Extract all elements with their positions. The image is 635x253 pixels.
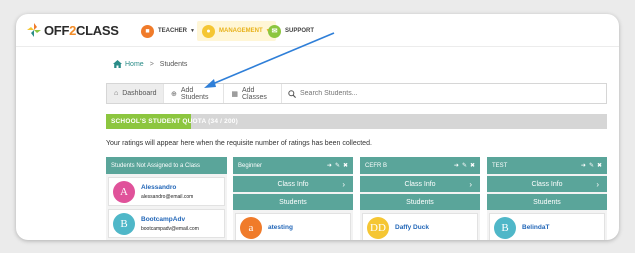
nav-teacher-label: TEACHER [158, 28, 188, 34]
class-name: CEFR B [365, 162, 388, 169]
dashboard-button[interactable]: ⌂ Dashboard [107, 84, 164, 103]
class-info-label: Class Info [531, 180, 563, 188]
logo-text: OFF2CLASS [44, 22, 119, 38]
class-name: TEST [492, 162, 508, 169]
avatar: B [494, 216, 516, 239]
chevron-right-icon: › [342, 179, 345, 189]
sign-in-icon[interactable]: ➜ [327, 162, 332, 169]
close-icon[interactable]: ✖ [343, 162, 348, 169]
avatar: A [113, 180, 135, 203]
close-icon[interactable]: ✖ [597, 162, 602, 169]
avatar: a [240, 216, 262, 239]
class-name: Beginner [238, 162, 263, 169]
class-column-header: CEFR B ➜ ✎ ✖ [360, 157, 480, 174]
edit-icon[interactable]: ✎ [335, 162, 340, 169]
student-quota-label: SCHOOL'S STUDENT QUOTA (34 / 200) [111, 118, 238, 125]
sign-in-icon[interactable]: ➜ [454, 162, 459, 169]
brand-logo[interactable]: OFF2CLASS [26, 22, 119, 38]
student-card[interactable]: A Alessandro alessandro@email.com [108, 177, 225, 206]
logo-pinwheel-icon [26, 22, 42, 38]
students-label: Students [533, 198, 561, 206]
student-name[interactable]: Alessandro [141, 184, 193, 191]
ratings-notice: Your ratings will appear here when the r… [106, 140, 372, 147]
sign-in-icon[interactable]: ➜ [581, 162, 586, 169]
students-label: Students [406, 198, 434, 206]
app-window: OFF2CLASS ■ TEACHER ▼ ● MANAGEMENT ▼ ✉ S… [16, 14, 619, 240]
class-info-label: Class Info [277, 180, 309, 188]
students-button[interactable]: Students [487, 194, 607, 210]
dashboard-button-label: Dashboard [122, 90, 157, 97]
plus-circle-icon: ⊕ [171, 90, 177, 98]
student-card[interactable]: DD Daffy Duck [362, 213, 478, 240]
close-icon[interactable]: ✖ [470, 162, 475, 169]
unassigned-column-header: Students Not Assigned to a Class [106, 157, 227, 174]
student-name[interactable]: atesting [268, 224, 293, 231]
class-column-beginner: Beginner ➜ ✎ ✖ Class Info › Students a a… [233, 157, 353, 240]
edit-icon[interactable]: ✎ [589, 162, 594, 169]
home-icon: ⌂ [114, 90, 119, 97]
students-button[interactable]: Students [360, 194, 480, 210]
student-name[interactable]: BelindaT [522, 224, 549, 231]
search-students-input[interactable] [300, 90, 600, 97]
student-card[interactable]: B BootcampAdv bootcampadv@email.com [108, 209, 225, 238]
breadcrumb-home[interactable]: Home [113, 60, 144, 68]
nav-teacher[interactable]: ■ TEACHER ▼ [141, 23, 195, 39]
class-info-button[interactable]: Class Info › [487, 176, 607, 192]
student-name[interactable]: BootcampAdv [141, 216, 199, 223]
avatar: DD [367, 216, 389, 239]
breadcrumb: Home > Students [113, 60, 187, 68]
students-toolbar: ⌂ Dashboard ⊕ Add Students ▦ Add Classes [106, 83, 607, 104]
home-icon [113, 60, 122, 68]
student-email: bootcampadv@email.com [141, 225, 199, 232]
breadcrumb-current: Students [159, 60, 188, 68]
chevron-right-icon: › [469, 179, 472, 189]
students-label: Students [279, 198, 307, 206]
student-quota-bar: SCHOOL'S STUDENT QUOTA (34 / 200) [106, 114, 607, 129]
class-info-button[interactable]: Class Info › [233, 176, 353, 192]
class-info-label: Class Info [404, 180, 436, 188]
students-button[interactable]: Students [233, 194, 353, 210]
unassigned-students-column: Students Not Assigned to a Class A Aless… [106, 157, 227, 240]
class-column-header: Beginner ➜ ✎ ✖ [233, 157, 353, 174]
chevron-right-icon: › [596, 179, 599, 189]
class-column-test: TEST ➜ ✎ ✖ Class Info › Students B Belin… [487, 157, 607, 240]
chevron-down-icon: ▼ [190, 28, 195, 34]
avatar: B [113, 212, 135, 235]
breadcrumb-separator: > [149, 60, 154, 68]
edit-icon[interactable]: ✎ [462, 162, 467, 169]
student-name[interactable]: Daffy Duck [395, 224, 429, 231]
teacher-icon: ■ [141, 24, 154, 38]
unassigned-column-title: Students Not Assigned to a Class [111, 162, 201, 169]
student-card[interactable]: a atesting [235, 213, 351, 240]
student-email: alessandro@email.com [141, 193, 194, 200]
class-info-button[interactable]: Class Info › [360, 176, 480, 192]
class-column-cefr-b: CEFR B ➜ ✎ ✖ Class Info › Students DD Da… [360, 157, 480, 240]
class-column-header: TEST ➜ ✎ ✖ [487, 157, 607, 174]
annotation-arrow-icon [204, 32, 335, 88]
student-card[interactable]: B BelindaT [489, 213, 605, 240]
breadcrumb-home-label: Home [125, 60, 144, 68]
